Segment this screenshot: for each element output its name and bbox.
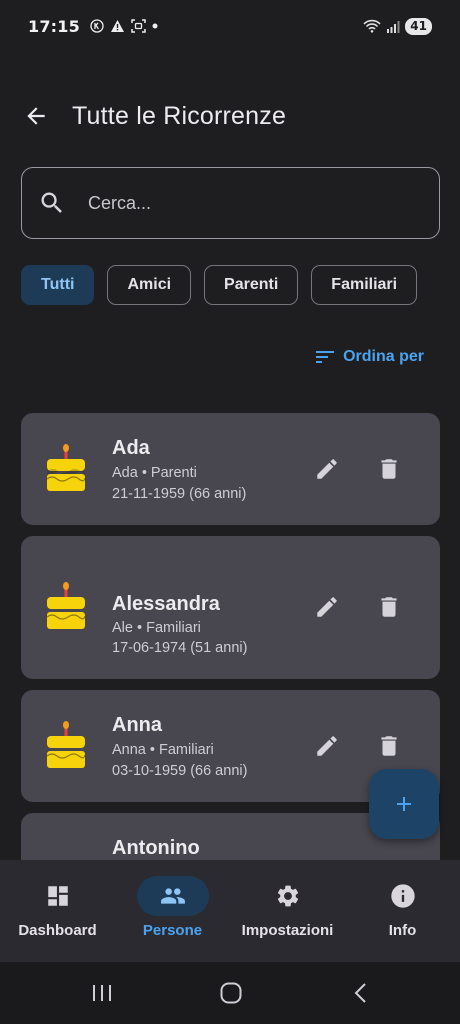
filter-chips: Tutti Amici Parenti Familiari xyxy=(21,265,440,305)
edit-icon xyxy=(317,459,337,479)
nav-item-persone[interactable]: Persone xyxy=(115,860,230,962)
nav-item-dashboard[interactable]: Dashboard xyxy=(0,860,115,962)
person-subtitle: Anna • Familiari xyxy=(112,742,214,758)
home-button[interactable] xyxy=(216,980,246,1006)
search-field[interactable] xyxy=(21,167,440,239)
trash-icon xyxy=(381,459,397,479)
people-icon xyxy=(160,888,185,904)
nav-label: Dashboard xyxy=(18,922,97,939)
nav-label: Info xyxy=(388,922,417,939)
person-name: Alessandra xyxy=(112,593,220,615)
wifi-icon xyxy=(363,19,381,33)
bottom-navigation: Dashboard Persone Impostazioni Info xyxy=(0,860,460,962)
nav-item-info[interactable]: Info xyxy=(345,860,460,962)
signal-icon xyxy=(387,20,400,33)
filter-chip-tutti[interactable]: Tutti xyxy=(21,265,95,305)
person-date: 17-06-1974 (51 anni) xyxy=(112,640,248,656)
delete-button[interactable] xyxy=(369,587,409,627)
status-bar: 17:15 41 xyxy=(0,0,460,52)
notification-icons xyxy=(90,19,158,33)
status-right: 41 xyxy=(363,17,432,35)
settings-icon xyxy=(277,885,298,907)
recent-apps-icon xyxy=(93,985,111,1001)
arrow-back-icon xyxy=(27,107,45,125)
filter-chip-amici[interactable]: Amici xyxy=(107,265,192,305)
trash-icon xyxy=(381,736,397,756)
person-subtitle: Ale • Familiari xyxy=(112,620,201,636)
home-icon xyxy=(220,982,242,1004)
nav-label: Impostazioni xyxy=(241,922,334,939)
search-icon xyxy=(41,192,62,213)
trash-icon xyxy=(381,597,397,617)
nav-label: Persone xyxy=(142,922,203,939)
warning-icon xyxy=(110,20,124,32)
page-title: Tutte le Ricorrenze xyxy=(72,101,287,130)
edit-icon xyxy=(317,736,337,756)
app-header: Tutte le Ricorrenze xyxy=(0,90,460,142)
list-item[interactable]: Ada Ada • Parenti 21-11-1959 (66 anni) xyxy=(21,413,440,525)
edit-button[interactable] xyxy=(307,726,347,766)
back-system-button[interactable] xyxy=(346,980,376,1006)
k-notification-icon xyxy=(90,19,104,33)
filter-chip-parenti[interactable]: Parenti xyxy=(204,265,299,305)
cake-icon xyxy=(46,721,86,768)
list-item[interactable]: Alessandra Ale • Familiari 17-06-1974 (5… xyxy=(21,536,440,679)
delete-button[interactable] xyxy=(369,726,409,766)
back-button[interactable] xyxy=(16,96,56,136)
person-date: 03-10-1959 (66 anni) xyxy=(112,763,248,779)
screenshot-icon xyxy=(131,19,146,33)
sort-button[interactable]: Ordina per xyxy=(315,342,424,372)
delete-button[interactable] xyxy=(369,449,409,489)
info-icon xyxy=(390,884,415,908)
person-subtitle: Ada • Parenti xyxy=(112,465,197,481)
dot-icon xyxy=(152,23,158,29)
plus-icon xyxy=(397,797,411,811)
edit-icon xyxy=(317,597,337,617)
nav-item-impostazioni[interactable]: Impostazioni xyxy=(230,860,345,962)
edit-button[interactable] xyxy=(307,587,347,627)
person-name: Ada xyxy=(112,437,150,459)
system-navigation-bar xyxy=(0,962,460,1024)
add-person-button[interactable] xyxy=(369,769,439,839)
sort-label: Ordina per xyxy=(343,348,424,365)
status-time: 17:15 xyxy=(28,16,80,36)
person-name: Antonino xyxy=(112,837,200,859)
person-date: 21-11-1959 (66 anni) xyxy=(112,486,247,502)
edit-button[interactable] xyxy=(307,449,347,489)
person-name: Anna xyxy=(112,714,162,736)
cake-icon xyxy=(46,582,86,629)
search-input[interactable] xyxy=(88,192,388,214)
filter-chip-familiari[interactable]: Familiari xyxy=(311,265,418,305)
sort-icon xyxy=(316,351,335,363)
battery-indicator: 41 xyxy=(405,17,432,35)
chevron-left-icon xyxy=(354,983,366,1003)
recent-apps-button[interactable] xyxy=(87,980,117,1006)
cake-icon xyxy=(46,444,86,491)
dashboard-icon xyxy=(47,886,68,906)
